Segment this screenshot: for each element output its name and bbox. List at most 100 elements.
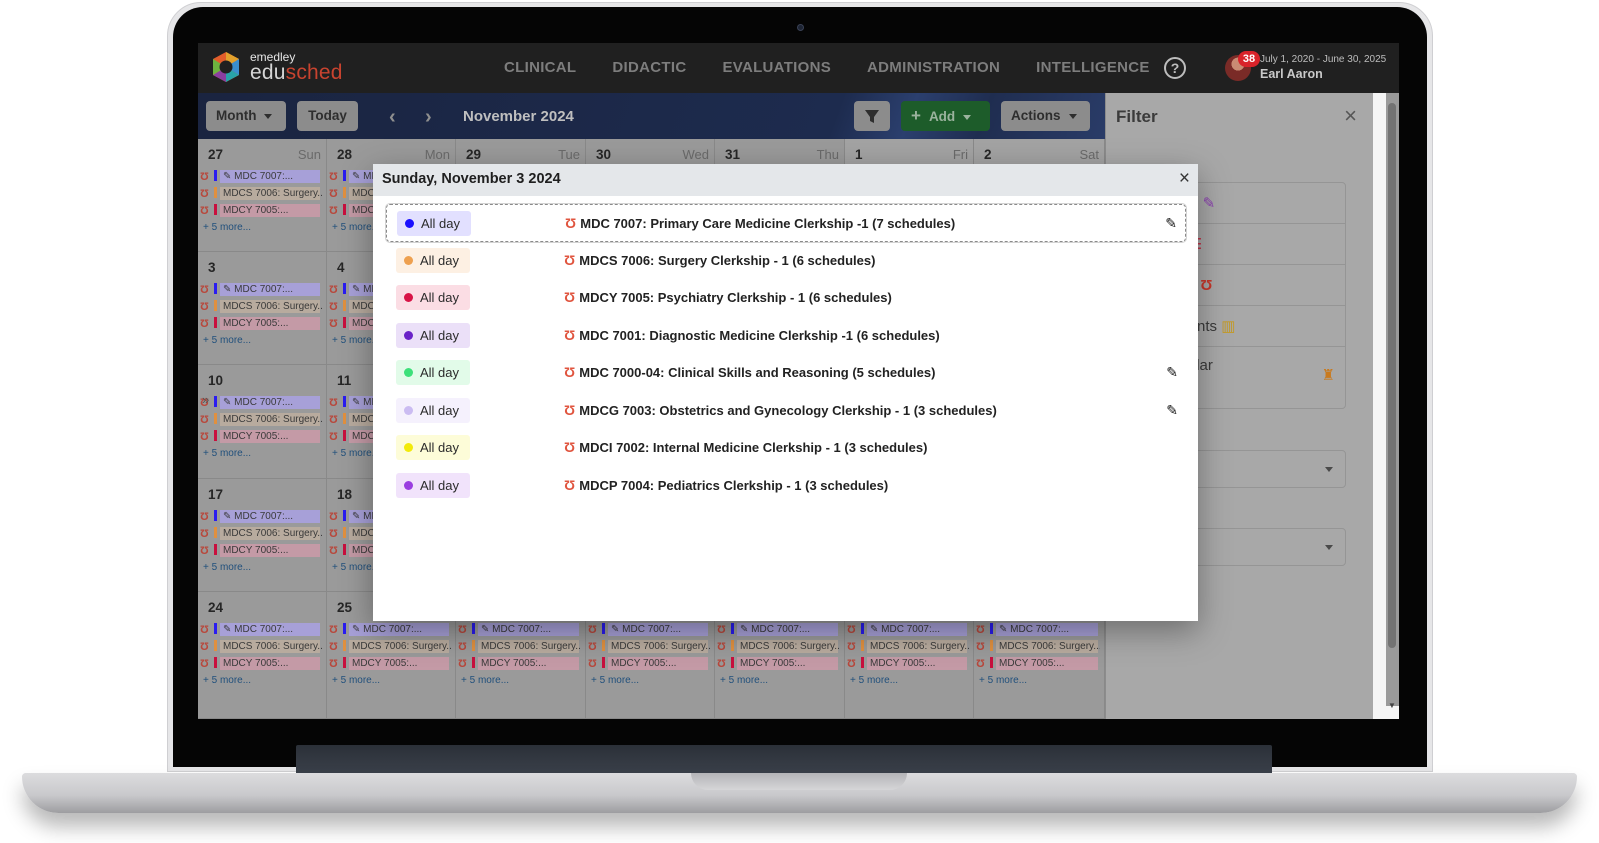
modal-event-row[interactable]: All day Ʊ MDC 7001: Diagnostic Medicine Cl…: [386, 317, 1186, 355]
calendar-event-chip[interactable]: Ʊ MDCS 7006: Surgery...: [329, 640, 451, 653]
calendar-event-chip[interactable]: Ʊ MDCY 7005:...: [458, 657, 581, 670]
modal-event-row[interactable]: All day Ʊ MDC 7007: Primary Care Medicine …: [385, 203, 1187, 243]
calendar-event-chip[interactable]: Ʊ MDCY 7005:...: [200, 317, 322, 330]
event-title-link[interactable]: Ʊ MDCG 7003: Obstetrics and Gynecology Cl…: [564, 402, 997, 418]
calendar-event-chip[interactable]: Ʊ✎ MDC 7007:...: [717, 623, 840, 636]
calendar-event-chip[interactable]: Ʊ MDCS 7006: Surgery...: [200, 640, 322, 653]
nav-administration[interactable]: ADMINISTRATION: [849, 43, 1018, 93]
day-number[interactable]: 4: [337, 260, 345, 275]
calendar-event-chip[interactable]: Ʊ MDCY 7005:...: [200, 430, 322, 443]
calendar-event-chip[interactable]: Ʊ MDCY 7005:...: [717, 657, 840, 670]
expand-panel-icon[interactable]: »: [202, 392, 209, 407]
pencil-icon[interactable]: ✎: [1166, 402, 1178, 419]
day-number[interactable]: 29: [466, 147, 481, 162]
more-events-link[interactable]: + 5 more...: [720, 675, 768, 686]
calendar-event-chip[interactable]: Ʊ✎ MDC 7007:...: [976, 623, 1100, 636]
event-title-link[interactable]: Ʊ MDC 7007: Primary Care Medicine Clerksh…: [565, 215, 955, 231]
nav-evaluations[interactable]: EVALUATIONS: [704, 43, 849, 93]
event-title-link[interactable]: Ʊ MDCI 7002: Internal Medicine Clerkship …: [564, 439, 927, 455]
more-events-link[interactable]: + 5 more...: [332, 675, 380, 686]
calendar-day-cell[interactable]: 10 Ʊ ✎ MDC 7007:... Ʊ MDCS 7006: Surgery... Ʊ…: [198, 365, 327, 479]
more-events-link[interactable]: + 5 more...: [203, 335, 251, 346]
calendar-event-chip[interactable]: Ʊ MDCS 7006: Surgery...: [976, 640, 1100, 653]
filter-button[interactable]: [854, 101, 890, 131]
calendar-day-cell[interactable]: 17 Ʊ ✎ MDC 7007:... Ʊ MDCS 7006: Surgery... Ʊ…: [198, 479, 327, 592]
today-button[interactable]: Today: [297, 101, 358, 131]
calendar-event-chip[interactable]: Ʊ MDCY 7005:...: [329, 657, 451, 670]
view-select-button[interactable]: Month: [206, 101, 286, 131]
user-name[interactable]: Earl Aaron: [1260, 67, 1323, 81]
calendar-event-chip[interactable]: Ʊ MDCY 7005:...: [588, 657, 710, 670]
calendar-day-cell[interactable]: 24 Ʊ ✎ MDC 7007:... Ʊ MDCS 7006: Surgery... Ʊ…: [198, 592, 327, 719]
calendar-event-chip[interactable]: Ʊ MDCS 7006: Surgery...: [200, 413, 322, 426]
event-title-link[interactable]: Ʊ MDCP 7004: Pediatrics Clerkship - 1 (3 …: [564, 477, 888, 493]
calendar-event-chip[interactable]: Ʊ MDCY 7005:...: [200, 544, 322, 557]
calendar-event-chip[interactable]: Ʊ MDCS 7006: Surgery...: [458, 640, 581, 653]
next-month-icon[interactable]: ›: [425, 106, 432, 129]
prev-month-icon[interactable]: ‹: [389, 106, 396, 129]
calendar-day-cell[interactable]: 3 Ʊ ✎ MDC 7007:... Ʊ MDCS 7006: Surgery... Ʊ M…: [198, 252, 327, 365]
calendar-event-chip[interactable]: Ʊ MDCY 7005:...: [847, 657, 969, 670]
day-number[interactable]: 11: [337, 373, 351, 388]
day-number[interactable]: 2: [984, 147, 992, 162]
calendar-event-chip[interactable]: Ʊ MDCS 7006: Surgery...: [200, 187, 322, 200]
nav-didactic[interactable]: DIDACTIC: [594, 43, 704, 93]
modal-event-row[interactable]: All day Ʊ MDCS 7006: Surgery Clerkship - 1…: [386, 242, 1186, 280]
event-title-link[interactable]: Ʊ MDC 7001: Diagnostic Medicine Clerkship…: [564, 327, 940, 343]
calendar-event-chip[interactable]: Ʊ MDCS 7006: Surgery...: [588, 640, 710, 653]
help-icon[interactable]: ?: [1164, 57, 1186, 79]
day-number[interactable]: 24: [208, 600, 223, 615]
more-events-link[interactable]: + 5 more...: [203, 562, 251, 573]
modal-event-row[interactable]: All day Ʊ MDCY 7005: Psychiatry Clerkship …: [386, 279, 1186, 317]
more-events-link[interactable]: + 5 more...: [591, 675, 639, 686]
event-title-link[interactable]: Ʊ MDCY 7005: Psychiatry Clerkship - 1 (6 …: [564, 289, 892, 305]
calendar-event-chip[interactable]: Ʊ MDCS 7006: Surgery...: [200, 527, 322, 540]
calendar-event-chip[interactable]: Ʊ✎ MDC 7007:...: [200, 623, 322, 636]
modal-event-row[interactable]: All day Ʊ MDCI 7002: Internal Medicine Cle…: [386, 429, 1186, 467]
actions-button[interactable]: Actions: [1001, 101, 1090, 131]
pencil-icon[interactable]: ✎: [1166, 364, 1178, 381]
more-events-link[interactable]: + 5 more...: [461, 675, 509, 686]
event-title-link[interactable]: Ʊ MDCS 7006: Surgery Clerkship - 1 (6 sch…: [564, 252, 875, 268]
more-events-link[interactable]: + 5 more...: [203, 448, 251, 459]
more-events-link[interactable]: + 5 more...: [203, 675, 251, 686]
calendar-event-chip[interactable]: Ʊ MDCS 7006: Surgery...: [717, 640, 840, 653]
calendar-event-chip[interactable]: Ʊ✎ MDC 7007:...: [847, 623, 969, 636]
event-title-link[interactable]: Ʊ MDC 7000-04: Clinical Skills and Reason…: [564, 364, 935, 380]
add-button[interactable]: + Add: [901, 101, 990, 131]
day-number[interactable]: 3: [208, 260, 216, 275]
calendar-event-chip[interactable]: Ʊ MDCY 7005:...: [200, 204, 322, 217]
close-icon[interactable]: ×: [1344, 103, 1357, 129]
day-number[interactable]: 10: [208, 373, 223, 388]
day-number[interactable]: 1: [855, 147, 863, 162]
day-number[interactable]: 18: [337, 487, 352, 502]
more-events-link[interactable]: + 5 more...: [203, 222, 251, 233]
close-icon[interactable]: ×: [1179, 168, 1190, 190]
day-number[interactable]: 27: [208, 147, 223, 162]
calendar-event-chip[interactable]: Ʊ MDCS 7006: Surgery...: [200, 300, 322, 313]
calendar-event-chip[interactable]: Ʊ✎ MDC 7007:...: [200, 170, 322, 183]
more-events-link[interactable]: + 5 more...: [979, 675, 1027, 686]
nav-intelligence[interactable]: INTELLIGENCE: [1018, 43, 1168, 93]
day-number[interactable]: 28: [337, 147, 352, 162]
calendar-event-chip[interactable]: Ʊ✎ MDC 7007:...: [200, 396, 322, 409]
calendar-event-chip[interactable]: Ʊ MDCY 7005:...: [976, 657, 1100, 670]
calendar-event-chip[interactable]: Ʊ✎ MDC 7007:...: [458, 623, 581, 636]
pencil-icon[interactable]: ✎: [1165, 215, 1177, 232]
calendar-event-chip[interactable]: Ʊ MDCY 7005:...: [200, 657, 322, 670]
modal-event-row[interactable]: All day Ʊ MDC 7000-04: Clinical Skills and…: [386, 354, 1186, 392]
modal-event-row[interactable]: All day Ʊ MDCP 7004: Pediatrics Clerkship …: [386, 467, 1186, 505]
more-events-link[interactable]: + 5 more...: [850, 675, 898, 686]
nav-clinical[interactable]: CLINICAL: [486, 43, 594, 93]
scroll-down-icon[interactable]: ▼: [1388, 701, 1396, 710]
day-number[interactable]: 17: [208, 487, 223, 502]
day-number[interactable]: 30: [596, 147, 611, 162]
calendar-event-chip[interactable]: Ʊ✎ MDC 7007:...: [329, 623, 451, 636]
scrollbar-thumb[interactable]: [1388, 103, 1396, 648]
modal-event-row[interactable]: All day Ʊ MDCG 7003: Obstetrics and Gyneco…: [386, 392, 1186, 430]
calendar-event-chip[interactable]: Ʊ MDCS 7006: Surgery...: [847, 640, 969, 653]
day-number[interactable]: 25: [337, 600, 352, 615]
calendar-event-chip[interactable]: Ʊ✎ MDC 7007:...: [200, 283, 322, 296]
calendar-event-chip[interactable]: Ʊ✎ MDC 7007:...: [588, 623, 710, 636]
calendar-event-chip[interactable]: Ʊ✎ MDC 7007:...: [200, 510, 322, 523]
